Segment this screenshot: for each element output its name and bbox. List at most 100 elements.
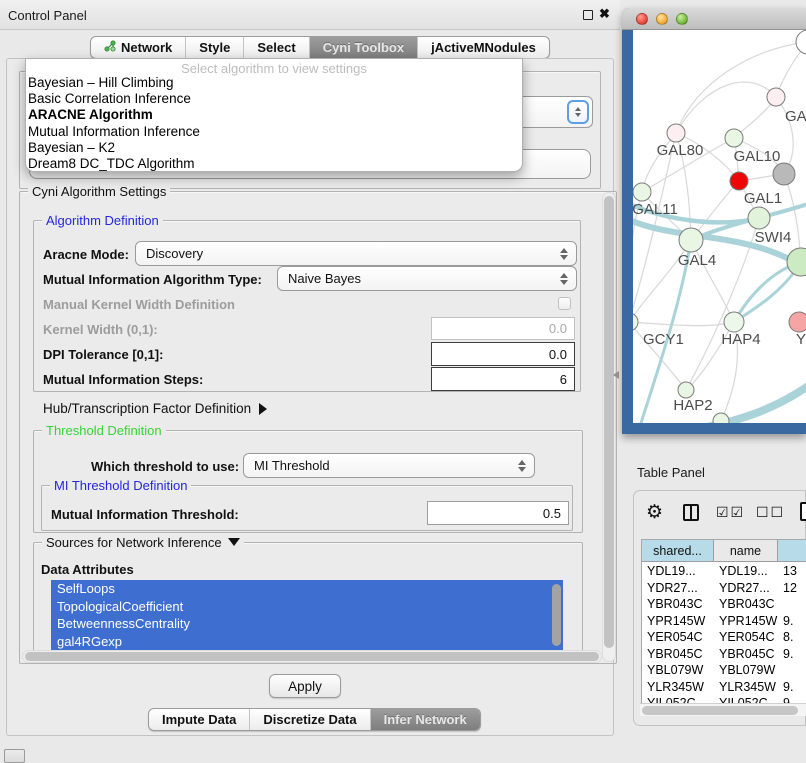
window-restore-icon[interactable] <box>4 749 25 763</box>
table-row[interactable]: YER054CYER054C8. <box>642 630 806 647</box>
hub-definition-toggle[interactable]: Hub/Transcription Factor Definition <box>43 401 267 416</box>
gear-icon[interactable]: ⚙ <box>646 501 663 524</box>
network-canvas[interactable]: GALGAL80GAL10GAL1SWI4GAL11GAL4GCY1HAP4YH… <box>633 30 806 423</box>
panel-title: Control Panel <box>8 8 87 23</box>
dpi-tolerance-field[interactable]: 0.0 <box>431 342 575 366</box>
node-label-gal10: GAL10 <box>734 148 781 165</box>
close-traffic-light[interactable] <box>636 13 648 25</box>
algorithm-option-bayesian-k2[interactable]: Bayesian – K2 <box>26 140 522 156</box>
settings-hscroll-thumb[interactable] <box>25 652 599 661</box>
splitter-handle[interactable] <box>613 371 619 379</box>
table-row[interactable]: YLR345WYLR345W9. <box>642 680 806 697</box>
float-window-icon[interactable] <box>583 10 593 20</box>
tab-discretize-data[interactable]: Discretize Data <box>249 709 369 730</box>
mi-type-label: Mutual Information Algorithm Type: <box>43 272 262 287</box>
network-node[interactable] <box>679 228 703 252</box>
mi-type-combo[interactable]: Naive Bayes <box>277 266 577 291</box>
network-node[interactable] <box>724 312 744 332</box>
network-node[interactable] <box>713 413 729 423</box>
spinner-button[interactable] <box>567 100 589 124</box>
network-node[interactable] <box>789 312 806 332</box>
which-threshold-combo[interactable]: MI Threshold <box>243 453 535 478</box>
zoom-traffic-light[interactable] <box>676 13 688 25</box>
column-header-name[interactable]: name <box>714 540 778 561</box>
which-threshold-value: MI Threshold <box>254 458 330 473</box>
network-node[interactable] <box>773 163 795 185</box>
network-node[interactable] <box>633 183 651 201</box>
aracne-mode-combo[interactable]: Discovery <box>135 241 577 266</box>
document-icon[interactable] <box>800 502 806 521</box>
table-panel-title: Table Panel <box>637 465 705 480</box>
table-row[interactable]: YPR145WYPR145W9. <box>642 614 806 631</box>
manual-kernel-checkbox[interactable] <box>558 297 571 310</box>
mi-threshold-field[interactable]: 0.5 <box>427 501 569 525</box>
list-scrollbar-thumb[interactable] <box>552 584 561 646</box>
dpi-tolerance-label: DPI Tolerance [0,1]: <box>43 347 163 362</box>
mi-steps-field[interactable]: 6 <box>431 367 575 391</box>
close-icon[interactable]: ✖ <box>599 6 610 22</box>
sources-legend[interactable]: Sources for Network Inference <box>42 535 244 550</box>
attribute-item-betweennesscentrality[interactable]: BetweennessCentrality <box>51 615 563 633</box>
network-node[interactable] <box>725 129 743 147</box>
network-node[interactable] <box>767 88 785 106</box>
table-row[interactable]: YBL079WYBL079W <box>642 663 806 680</box>
network-node[interactable] <box>748 207 770 229</box>
table-hscroll-thumb[interactable] <box>642 706 798 715</box>
settings-vscrollbar[interactable] <box>602 192 616 662</box>
cyni-settings-legend: Cyni Algorithm Settings <box>28 184 170 199</box>
settings-vscroll-thumb[interactable] <box>604 196 614 648</box>
tab-infer-network[interactable]: Infer Network <box>370 709 480 730</box>
settings-hscrollbar[interactable] <box>22 650 602 663</box>
tab-impute-data[interactable]: Impute Data <box>149 709 249 730</box>
algorithm-option-mutual-information-inference[interactable]: Mutual Information Inference <box>26 124 522 140</box>
table-row[interactable]: YDR27...YDR27...12 <box>642 581 806 598</box>
data-attributes-label: Data Attributes <box>41 562 134 577</box>
table-rows: YDL19...YDL19...13YDR27...YDR27...12YBR0… <box>642 562 806 714</box>
attribute-item-selfloops[interactable]: SelfLoops <box>51 580 563 598</box>
node-label-hap2: HAP2 <box>673 397 712 414</box>
checked-columns-icon[interactable]: ☑☑ <box>716 504 745 521</box>
network-node[interactable] <box>667 124 685 142</box>
algorithm-option-dream8-dc-tdc-algorithm[interactable]: Dream8 DC_TDC Algorithm <box>26 156 522 172</box>
split-columns-icon[interactable] <box>683 504 699 521</box>
table-toolbar: ⚙ ☑☑ ☐☐ <box>642 501 802 529</box>
network-window-titlebar[interactable] <box>622 8 806 30</box>
tab-network[interactable]: Network <box>91 37 185 58</box>
attribute-item-gal4rgexp[interactable]: gal4RGexp <box>51 633 563 651</box>
aracne-mode-value: Discovery <box>146 246 203 261</box>
table-row[interactable]: YBR045CYBR045C9. <box>642 647 806 664</box>
network-edge-thick <box>633 218 806 274</box>
tab-style[interactable]: Style <box>185 37 243 58</box>
network-graph: GALGAL80GAL10GAL1SWI4GAL11GAL4GCY1HAP4YH… <box>633 30 806 423</box>
table-panel: ⚙ ☑☑ ☐☐ shared...name YDL19...YDL19...13… <box>633 490 806 726</box>
network-node[interactable] <box>787 248 806 276</box>
network-node[interactable] <box>796 30 806 54</box>
kernel-width-label: Kernel Width (0,1): <box>43 322 158 337</box>
attribute-item-topologicalcoefficient[interactable]: TopologicalCoefficient <box>51 598 563 616</box>
algorithm-option-bayesian-hill-climbing[interactable]: Bayesian – Hill Climbing <box>26 75 522 91</box>
kernel-width-field[interactable]: 0.0 <box>431 317 575 340</box>
mi-threshold-label: Mutual Information Threshold: <box>51 507 239 522</box>
network-node[interactable] <box>730 172 748 190</box>
tab-select[interactable]: Select <box>243 37 308 58</box>
column-header-cut[interactable] <box>778 540 806 561</box>
network-node[interactable] <box>678 382 694 398</box>
top-tab-group: NetworkStyleSelectCyni ToolboxjActiveMNo… <box>90 36 550 59</box>
table-row[interactable]: YDL19...YDL19...13 <box>642 564 806 581</box>
which-threshold-label: Which threshold to use: <box>91 459 239 474</box>
bottom-tab-group: Impute DataDiscretize DataInfer Network <box>148 708 481 731</box>
table-hscrollbar[interactable] <box>640 703 806 716</box>
unchecked-columns-icon[interactable]: ☐☐ <box>756 504 785 521</box>
algorithm-option-basic-correlation-inference[interactable]: Basic Correlation Inference <box>26 91 522 107</box>
column-header-shared[interactable]: shared... <box>642 540 714 561</box>
algorithm-option-aracne-algorithm[interactable]: ARACNE Algorithm <box>26 107 522 123</box>
apply-button[interactable]: Apply <box>269 674 341 698</box>
control-panel-titlebar: Control Panel ✖ <box>0 0 620 30</box>
minimize-traffic-light[interactable] <box>656 13 668 25</box>
popup-items: Bayesian – Hill ClimbingBasic Correlatio… <box>26 75 522 172</box>
mi-steps-label: Mutual Information Steps: <box>43 372 203 387</box>
network-node[interactable] <box>633 313 638 331</box>
tab-cyni-toolbox[interactable]: Cyni Toolbox <box>309 37 417 58</box>
table-row[interactable]: YBR043CYBR043C <box>642 597 806 614</box>
tab-jactivemnodules[interactable]: jActiveMNodules <box>417 37 549 58</box>
